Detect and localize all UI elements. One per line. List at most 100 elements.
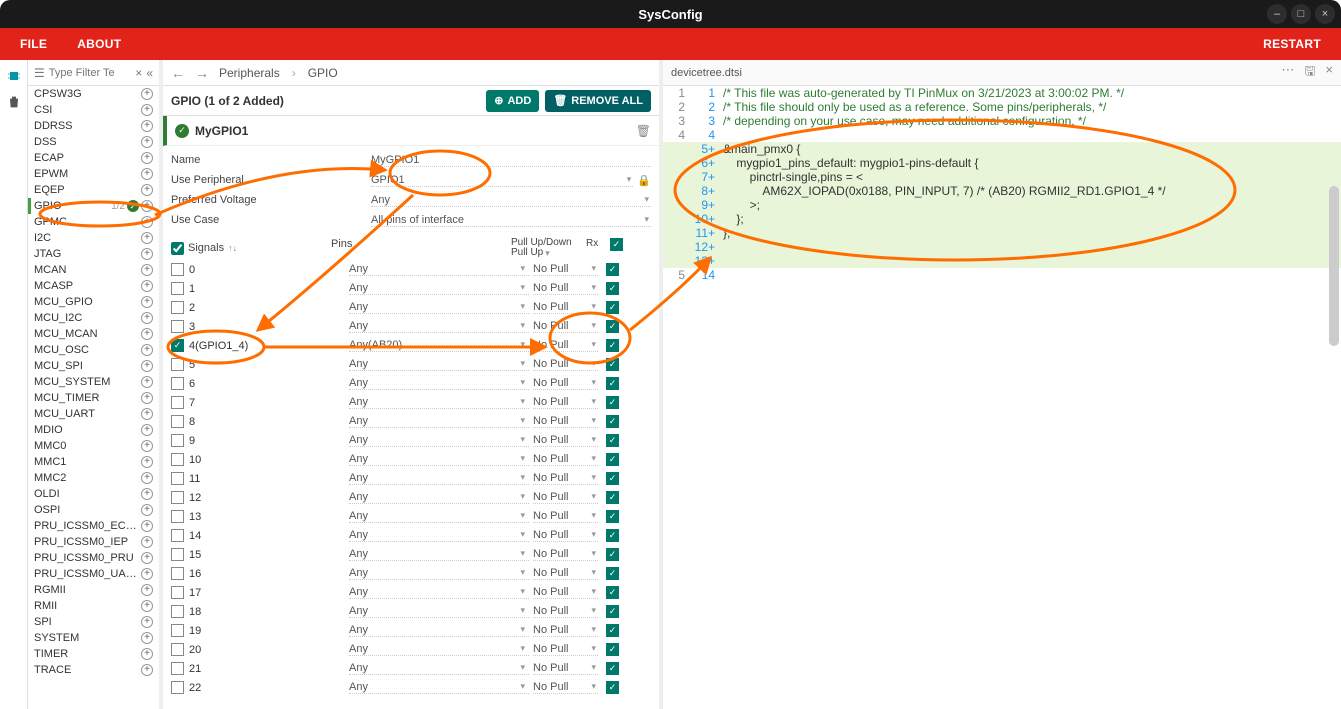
signal-checkbox[interactable] <box>171 339 184 352</box>
add-instance-icon[interactable]: + <box>141 488 153 500</box>
sidebar-item-cpsw3g[interactable]: CPSW3G+ <box>28 86 159 102</box>
rx-checkbox[interactable] <box>606 662 619 675</box>
pin-select[interactable]: Any▾ <box>349 548 529 561</box>
add-instance-icon[interactable]: + <box>141 328 153 340</box>
pull-select[interactable]: No Pull▾ <box>533 662 598 675</box>
rx-checkbox[interactable] <box>606 643 619 656</box>
signal-checkbox[interactable] <box>171 301 184 314</box>
rx-checkbox[interactable] <box>606 624 619 637</box>
sidebar-item-dss[interactable]: DSS+ <box>28 134 159 150</box>
sidebar-item-epwm[interactable]: EPWM+ <box>28 166 159 182</box>
add-instance-icon[interactable]: + <box>141 456 153 468</box>
rx-checkbox[interactable] <box>606 396 619 409</box>
pull-select[interactable]: No Pull▾ <box>533 643 598 656</box>
add-instance-icon[interactable]: + <box>141 504 153 516</box>
sidebar-item-spi[interactable]: SPI+ <box>28 614 159 630</box>
sidebar-item-mcan[interactable]: MCAN+ <box>28 262 159 278</box>
sidebar-item-i2c[interactable]: I2C+ <box>28 230 159 246</box>
rx-checkbox[interactable] <box>606 529 619 542</box>
code-line[interactable]: 8+ AM62X_IOPAD(0x0188, PIN_INPUT, 7) /* … <box>663 184 1341 198</box>
pin-select[interactable]: Any▾ <box>349 529 529 542</box>
add-instance-icon[interactable]: + <box>141 344 153 356</box>
sidebar-item-mcu_osc[interactable]: MCU_OSC+ <box>28 342 159 358</box>
rx-checkbox[interactable] <box>606 548 619 561</box>
sidebar-item-mcu_timer[interactable]: MCU_TIMER+ <box>28 390 159 406</box>
signal-checkbox[interactable] <box>171 567 184 580</box>
more-icon[interactable]: ⋯ <box>1281 62 1294 84</box>
pin-select[interactable]: Any▾ <box>349 643 529 656</box>
signal-checkbox[interactable] <box>171 263 184 276</box>
delete-instance-icon[interactable]: 🗑 <box>636 124 651 138</box>
pin-select[interactable]: Any▾ <box>349 567 529 580</box>
sidebar-item-mmc0[interactable]: MMC0+ <box>28 438 159 454</box>
pull-select[interactable]: No Pull▾ <box>533 472 598 485</box>
signal-checkbox[interactable] <box>171 605 184 618</box>
pin-select[interactable]: Any▾ <box>349 301 529 314</box>
code-line[interactable]: 6+ mygpio1_pins_default: mygpio1-pins-de… <box>663 156 1341 170</box>
use-peripheral-select[interactable]: GPIO1▾ <box>371 174 633 187</box>
pin-select[interactable]: Any▾ <box>349 681 529 694</box>
code-line[interactable]: 13+ <box>663 254 1341 268</box>
sidebar-item-mdio[interactable]: MDIO+ <box>28 422 159 438</box>
sidebar-item-trace[interactable]: TRACE+ <box>28 662 159 678</box>
pull-select[interactable]: No Pull▾ <box>533 510 598 523</box>
pull-default-select[interactable]: Pull Up <box>511 248 543 258</box>
voltage-select[interactable]: Any▾ <box>371 194 651 207</box>
restart-button[interactable]: RESTART <box>1263 37 1321 51</box>
add-instance-icon[interactable]: + <box>141 552 153 564</box>
sidebar-item-pru_icssm0_ua…[interactable]: PRU_ICSSM0_UA…+ <box>28 566 159 582</box>
remove-all-button[interactable]: 🗑REMOVE ALL <box>545 90 651 112</box>
sidebar-item-ddrss[interactable]: DDRSS+ <box>28 118 159 134</box>
sidebar-item-mmc1[interactable]: MMC1+ <box>28 454 159 470</box>
signals-all-checkbox[interactable] <box>171 242 184 255</box>
close-button[interactable]: × <box>1315 4 1335 24</box>
lock-icon[interactable]: 🔒 <box>637 174 651 187</box>
name-field[interactable]: MyGPIO1 <box>371 154 651 167</box>
signal-checkbox[interactable] <box>171 681 184 694</box>
signal-checkbox[interactable] <box>171 434 184 447</box>
pull-select[interactable]: No Pull▾ <box>533 605 598 618</box>
add-instance-icon[interactable]: + <box>141 440 153 452</box>
pull-select[interactable]: No Pull▾ <box>533 529 598 542</box>
sidebar-item-rmii[interactable]: RMII+ <box>28 598 159 614</box>
code-line[interactable]: 11+}; <box>663 226 1341 240</box>
sidebar-item-jtag[interactable]: JTAG+ <box>28 246 159 262</box>
add-instance-icon[interactable]: + <box>141 472 153 484</box>
sidebar-item-mcasp[interactable]: MCASP+ <box>28 278 159 294</box>
crumb-peripherals[interactable]: Peripherals <box>219 66 280 80</box>
add-instance-icon[interactable]: + <box>141 200 153 212</box>
pin-select[interactable]: Any▾ <box>349 396 529 409</box>
pull-select[interactable]: No Pull▾ <box>533 320 598 333</box>
pull-select[interactable]: No Pull▾ <box>533 339 598 352</box>
signal-checkbox[interactable] <box>171 548 184 561</box>
filter-icon[interactable]: ☰ <box>34 66 45 80</box>
sidebar-item-pru_icssm0_pru[interactable]: PRU_ICSSM0_PRU+ <box>28 550 159 566</box>
pin-select[interactable]: Any▾ <box>349 263 529 276</box>
maximize-button[interactable]: □ <box>1291 4 1311 24</box>
rx-checkbox[interactable] <box>606 320 619 333</box>
pin-select[interactable]: Any▾ <box>349 510 529 523</box>
rx-all-checkbox[interactable] <box>610 238 623 251</box>
rx-checkbox[interactable] <box>606 510 619 523</box>
about-menu[interactable]: ABOUT <box>77 37 121 51</box>
pin-select[interactable]: Any▾ <box>349 434 529 447</box>
signal-checkbox[interactable] <box>171 453 184 466</box>
code-line[interactable]: 33/* depending on your use case, may nee… <box>663 114 1341 128</box>
signal-checkbox[interactable] <box>171 472 184 485</box>
pin-select[interactable]: Any▾ <box>349 415 529 428</box>
pin-select[interactable]: Any▾ <box>349 491 529 504</box>
pull-select[interactable]: No Pull▾ <box>533 263 598 276</box>
add-instance-icon[interactable]: + <box>141 248 153 260</box>
pin-select[interactable]: Any▾ <box>349 453 529 466</box>
pin-select[interactable]: Any▾ <box>349 282 529 295</box>
signal-checkbox[interactable] <box>171 643 184 656</box>
add-instance-icon[interactable]: + <box>141 216 153 228</box>
rx-checkbox[interactable] <box>606 491 619 504</box>
sidebar-item-pru_icssm0_iep[interactable]: PRU_ICSSM0_IEP+ <box>28 534 159 550</box>
signal-checkbox[interactable] <box>171 320 184 333</box>
add-instance-icon[interactable]: + <box>141 152 153 164</box>
signal-checkbox[interactable] <box>171 377 184 390</box>
rx-checkbox[interactable] <box>606 377 619 390</box>
sidebar-item-mcu_system[interactable]: MCU_SYSTEM+ <box>28 374 159 390</box>
pull-select[interactable]: No Pull▾ <box>533 548 598 561</box>
